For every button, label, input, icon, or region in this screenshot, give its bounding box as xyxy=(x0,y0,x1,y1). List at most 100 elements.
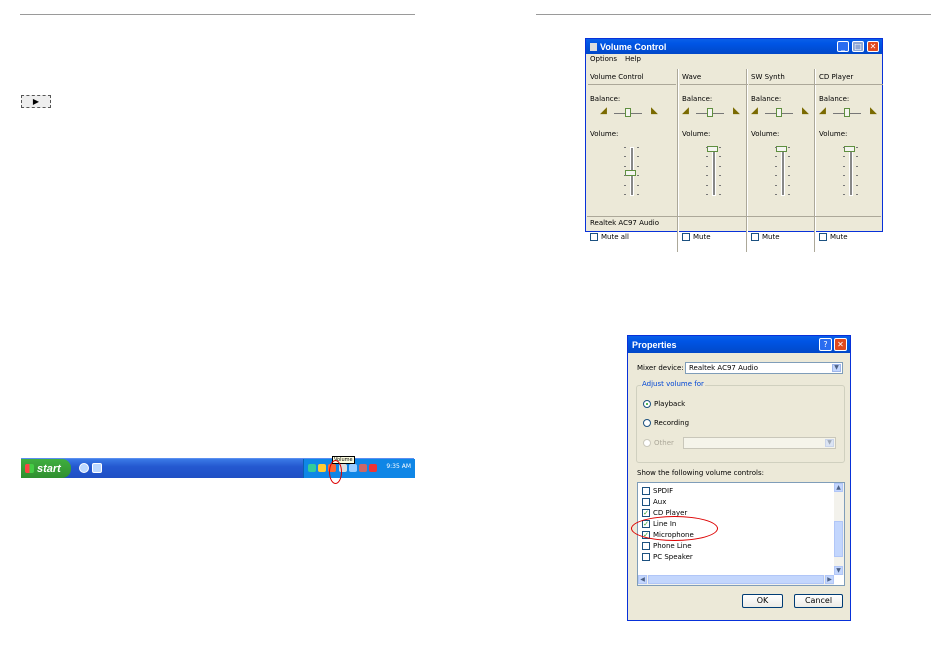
mute-checkbox[interactable] xyxy=(751,233,759,241)
slider-tick xyxy=(788,156,790,158)
ok-button[interactable]: OK xyxy=(742,594,783,608)
header-divider xyxy=(680,84,748,85)
slider-tick xyxy=(706,156,708,158)
tray-shield-icon[interactable] xyxy=(318,464,326,472)
slider-tick xyxy=(775,156,777,158)
slider-tick xyxy=(788,165,790,167)
control-checkbox[interactable] xyxy=(642,498,650,506)
menu-options[interactable]: Options xyxy=(590,55,617,66)
mixer-device-select[interactable]: Realtek AC97 Audio ▼ xyxy=(685,362,843,374)
right-speaker-icon: ◣ xyxy=(651,106,658,116)
chevron-down-icon: ▼ xyxy=(832,364,841,372)
recording-label: Recording xyxy=(654,419,690,427)
start-button[interactable]: start xyxy=(21,459,71,478)
adjust-volume-label: Adjust volume for xyxy=(641,380,705,388)
slider-tick xyxy=(788,175,790,177)
list-item[interactable]: Phone Line xyxy=(642,542,692,550)
clock: 9:35 AM xyxy=(386,463,411,470)
balance-slider[interactable] xyxy=(844,108,850,117)
close-button[interactable]: ✕ xyxy=(834,338,847,351)
highlight-circle-line-in xyxy=(631,516,718,541)
list-item[interactable]: PC Speaker xyxy=(642,553,693,561)
menu-help[interactable]: Help xyxy=(625,55,641,66)
list-item[interactable]: SPDIF xyxy=(642,487,673,495)
control-checkbox[interactable] xyxy=(642,542,650,550)
horizontal-scrollbar[interactable]: ◀ ▶ xyxy=(638,575,834,585)
volume-control-window: Volume Control _ □ ✕ Options Help Volume… xyxy=(585,38,883,252)
slider-tick xyxy=(775,184,777,186)
slider-tick xyxy=(843,175,845,177)
recording-radio[interactable] xyxy=(643,419,651,427)
slider-tick xyxy=(706,147,708,148)
volume-slider[interactable] xyxy=(776,146,787,153)
volume-slider[interactable] xyxy=(844,146,855,153)
scroll-thumb[interactable] xyxy=(834,521,843,557)
tray-alert-icon[interactable] xyxy=(369,464,377,472)
volume-label: Volume: xyxy=(751,130,780,138)
slider-tick xyxy=(843,147,845,148)
header-divider xyxy=(817,84,883,85)
quick-launch-desktop-icon[interactable] xyxy=(92,463,102,473)
control-checkbox[interactable]: ✓ xyxy=(642,509,650,517)
list-item[interactable]: Aux xyxy=(642,498,666,506)
other-radio[interactable] xyxy=(643,439,651,447)
quick-launch-ie-icon[interactable] xyxy=(79,463,89,473)
chevron-down-icon: ▼ xyxy=(825,439,834,447)
play-button[interactable]: ▶ xyxy=(21,95,51,108)
volume-track xyxy=(849,147,853,196)
horizontal-scroll-thumb[interactable] xyxy=(648,575,824,584)
slider-tick xyxy=(624,184,626,186)
volume-label: Volume: xyxy=(590,130,619,138)
balance-slider[interactable] xyxy=(707,108,713,117)
control-checkbox[interactable] xyxy=(642,487,650,495)
slider-tick xyxy=(706,175,708,177)
slider-tick xyxy=(624,147,626,148)
close-button[interactable]: ✕ xyxy=(867,41,879,52)
tray-monitor-icon[interactable] xyxy=(349,464,357,472)
volume-slider[interactable] xyxy=(707,146,718,153)
scroll-left-icon[interactable]: ◀ xyxy=(638,575,647,584)
slider-tick xyxy=(856,156,858,158)
other-device-select[interactable]: ▼ xyxy=(683,437,836,449)
balance-label: Balance: xyxy=(751,95,782,103)
playback-label: Playback xyxy=(654,400,686,408)
slider-tick xyxy=(856,184,858,186)
balance-slider[interactable] xyxy=(776,108,782,117)
mute-all-checkbox[interactable] xyxy=(590,233,598,241)
volume-label: Volume: xyxy=(682,130,711,138)
column-header: Wave xyxy=(682,73,702,81)
scroll-right-icon[interactable]: ▶ xyxy=(825,575,834,584)
control-checkbox[interactable] xyxy=(642,553,650,561)
minimize-button[interactable]: _ xyxy=(837,41,849,52)
mute-all-label: Mute all xyxy=(601,233,629,241)
scroll-down-icon[interactable]: ▼ xyxy=(834,566,843,575)
mixer-device-value: Realtek AC97 Audio xyxy=(689,364,759,372)
scroll-up-icon[interactable]: ▲ xyxy=(834,483,843,492)
playback-radio[interactable] xyxy=(643,400,651,408)
mute-checkbox[interactable] xyxy=(682,233,690,241)
balance-label: Balance: xyxy=(819,95,850,103)
slider-tick xyxy=(856,147,858,148)
slider-tick xyxy=(775,194,777,195)
slider-tick xyxy=(637,165,639,167)
cancel-button[interactable]: Cancel xyxy=(794,594,843,608)
tray-network-icon[interactable] xyxy=(308,464,316,472)
volume-slider[interactable] xyxy=(625,169,636,176)
tray-app2-icon[interactable] xyxy=(359,464,367,472)
slider-tick xyxy=(843,165,845,167)
balance-slider[interactable] xyxy=(625,108,631,117)
left-speaker-icon: ◢ xyxy=(682,106,689,116)
mute-checkbox[interactable] xyxy=(819,233,827,241)
system-tray: 9:35 AM xyxy=(303,459,415,478)
slider-tick xyxy=(856,165,858,167)
header-divider xyxy=(588,84,676,85)
control-label: PC Speaker xyxy=(653,553,693,561)
column-header: Volume Control xyxy=(590,73,644,81)
vertical-scrollbar[interactable]: ▲ ▼ xyxy=(834,483,844,575)
slider-tick xyxy=(843,194,845,195)
left-speaker-icon: ◢ xyxy=(600,106,607,116)
maximize-button[interactable]: □ xyxy=(852,41,864,52)
slider-tick xyxy=(624,156,626,158)
slider-tick xyxy=(788,184,790,186)
help-button[interactable]: ? xyxy=(819,338,832,351)
